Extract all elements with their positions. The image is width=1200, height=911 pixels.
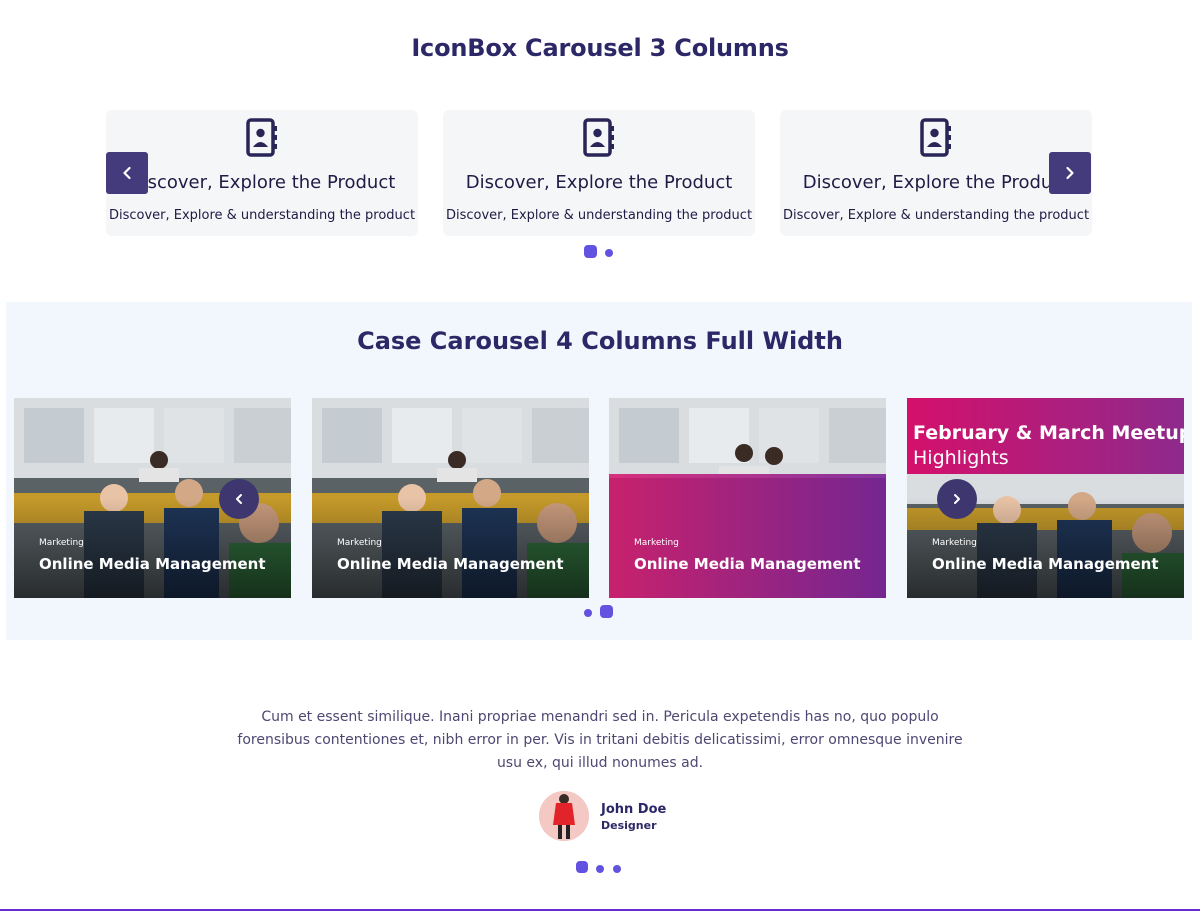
- iconbox-card: Discover, Explore the Product Discover, …: [443, 110, 755, 236]
- case-category: Marketing: [932, 538, 977, 548]
- iconbox-title: Discover, Explore the Product: [128, 172, 396, 193]
- case-title: Online Media Management: [634, 555, 861, 573]
- case-category: Marketing: [337, 538, 382, 548]
- case-next-button[interactable]: [937, 479, 977, 519]
- pagination-dot[interactable]: [613, 865, 621, 873]
- case-hover-overlay: [609, 474, 886, 598]
- avatar-image: [539, 791, 589, 841]
- case-section-title: Case Carousel 4 Columns Full Width: [357, 327, 843, 355]
- chevron-right-icon: [1066, 166, 1074, 180]
- contact-book-icon: [246, 118, 277, 157]
- case-category: Marketing: [634, 538, 679, 548]
- pagination-dot[interactable]: [584, 609, 592, 617]
- iconbox-card: Discover, Explore the Product Discover, …: [106, 110, 418, 236]
- iconbox-title: Discover, Explore the Product: [802, 172, 1070, 193]
- case-title: Online Media Management: [39, 555, 266, 573]
- iconbox-text: Discover, Explore & understanding the pr…: [108, 208, 416, 223]
- case-title: Online Media Management: [337, 555, 564, 573]
- case-title: Online Media Management: [932, 555, 1159, 573]
- contact-book-icon: [920, 118, 951, 157]
- case-banner-title: February & March Meetups: [913, 422, 1184, 444]
- author-name: John Doe: [601, 802, 667, 817]
- case-card[interactable]: Marketing Online Media Management: [609, 398, 886, 598]
- testimonial-quote: Cum et essent similique. Inani propriae …: [237, 709, 963, 771]
- iconbox-section: IconBox Carousel 3 Columns Discover, Exp…: [0, 0, 1200, 300]
- author-role: Designer: [601, 819, 657, 832]
- case-prev-button[interactable]: [219, 479, 259, 519]
- iconbox-text: Discover, Explore & understanding the pr…: [782, 208, 1090, 223]
- case-card[interactable]: Marketing Online Media Management: [312, 398, 589, 598]
- avatar: [539, 791, 589, 841]
- iconbox-next-button[interactable]: [1049, 152, 1091, 194]
- chevron-left-icon: [123, 166, 131, 180]
- pagination-dot-active[interactable]: [584, 245, 597, 258]
- pagination-dot[interactable]: [605, 249, 613, 257]
- pagination-dot-active[interactable]: [576, 861, 588, 873]
- contact-book-icon: [583, 118, 614, 157]
- iconbox-title: Discover, Explore the Product: [465, 172, 733, 193]
- iconbox-card: Discover, Explore the Product Discover, …: [780, 110, 1092, 236]
- iconbox-text: Discover, Explore & understanding the pr…: [445, 208, 753, 223]
- pagination-dot[interactable]: [596, 865, 604, 873]
- case-banner: February & March Meetups Highlights: [907, 398, 1184, 474]
- chevron-left-icon: [236, 494, 242, 504]
- case-category: Marketing: [39, 538, 84, 548]
- pagination-dot-active[interactable]: [600, 605, 613, 618]
- case-banner-subtitle: Highlights: [913, 447, 1009, 469]
- iconbox-section-title: IconBox Carousel 3 Columns: [411, 34, 789, 62]
- chevron-right-icon: [954, 494, 960, 504]
- iconbox-prev-button[interactable]: [106, 152, 148, 194]
- case-overlay: [312, 498, 589, 598]
